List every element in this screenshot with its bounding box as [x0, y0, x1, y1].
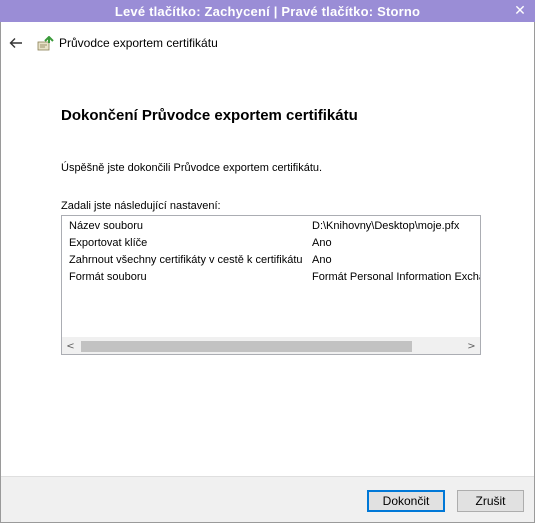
settings-table: Název souboru D:\Knihovny\Desktop\moje.p… — [62, 216, 480, 284]
list-item[interactable]: Název souboru D:\Knihovny\Desktop\moje.p… — [62, 216, 480, 233]
setting-value: Ano — [312, 237, 332, 249]
list-item[interactable]: Zahrnout všechny certifikáty v cestě k c… — [62, 250, 480, 267]
setting-key: Název souboru — [69, 220, 143, 232]
list-item[interactable]: Exportovat klíče Ano — [62, 233, 480, 250]
setting-value: D:\Knihovny\Desktop\moje.pfx — [312, 220, 460, 232]
wizard-header: Průvodce exportem certifikátu — [0, 30, 535, 58]
certificate-icon — [37, 35, 54, 52]
list-item[interactable]: Formát souboru Formát Personal Informati… — [62, 267, 480, 284]
finish-button[interactable]: Dokončit — [367, 490, 445, 512]
scrollbar-thumb[interactable] — [81, 341, 412, 352]
settings-label: Zadali jste následující nastavení: — [61, 200, 221, 212]
page-title: Dokončení Průvodce exportem certifikátu — [61, 107, 358, 124]
close-icon[interactable]: ✕ — [513, 4, 527, 18]
back-arrow-icon[interactable] — [6, 33, 26, 53]
success-message: Úspěšně jste dokončili Průvodce exportem… — [61, 162, 323, 174]
scroll-left-icon[interactable]: < — [62, 338, 79, 354]
setting-key: Zahrnout všechny certifikáty v cestě k c… — [69, 254, 303, 266]
setting-key: Formát souboru — [69, 271, 147, 283]
banner-text: Levé tlačítko: Zachycení | Pravé tlačítk… — [114, 3, 421, 19]
settings-list[interactable]: Název souboru D:\Knihovny\Desktop\moje.p… — [61, 215, 481, 355]
dialog-footer: Dokončit Zrušit — [1, 476, 534, 522]
setting-key: Exportovat klíče — [69, 237, 148, 249]
scroll-right-icon[interactable]: > — [463, 338, 480, 354]
wizard-title: Průvodce exportem certifikátu — [59, 36, 218, 50]
setting-value: Formát Personal Information Excha — [312, 271, 481, 283]
cancel-button[interactable]: Zrušit — [457, 490, 524, 512]
setting-value: Ano — [312, 254, 332, 266]
capture-banner: Levé tlačítko: Zachycení | Pravé tlačítk… — [0, 0, 535, 22]
horizontal-scrollbar[interactable]: < > — [62, 337, 480, 354]
